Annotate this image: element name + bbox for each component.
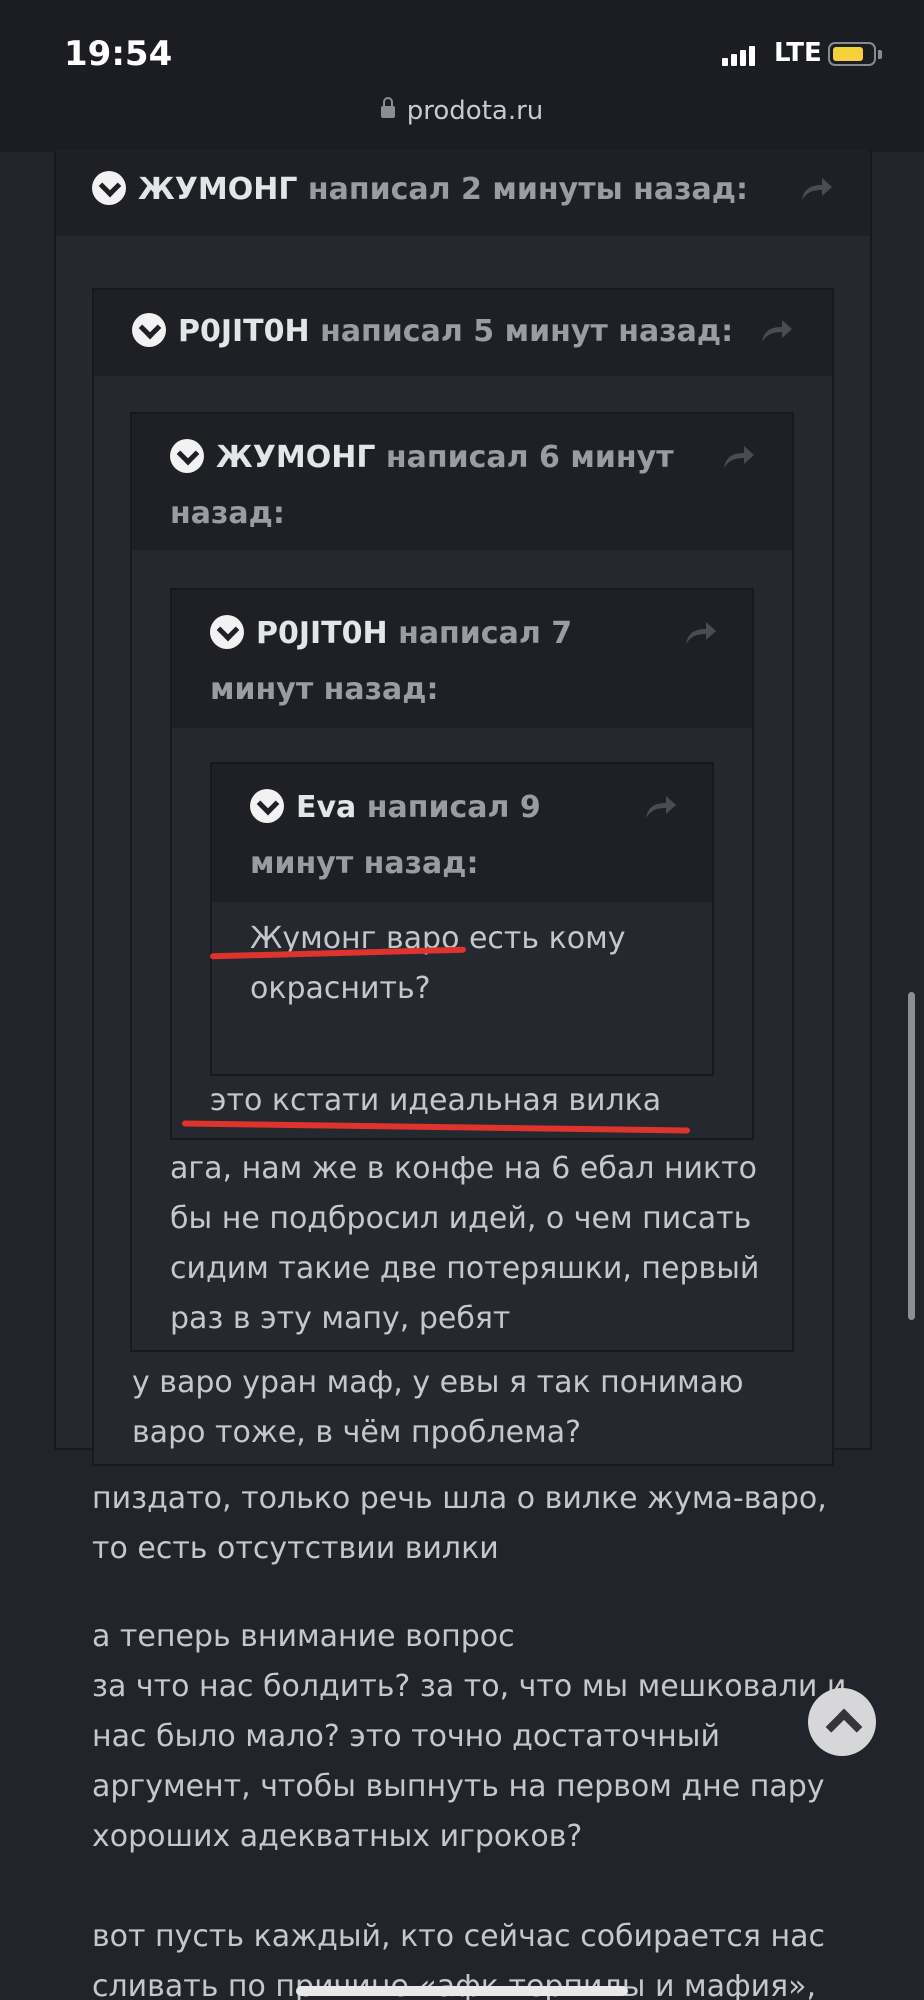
reply-arrow-icon[interactable] [722, 444, 756, 470]
collapse-icon[interactable] [170, 439, 204, 473]
collapse-icon[interactable] [92, 171, 126, 205]
quote-meta: написал 7 [387, 616, 573, 651]
quote-meta: написал 5 минут назад: [309, 314, 734, 349]
reply-arrow-icon[interactable] [800, 176, 834, 202]
battery-icon [828, 42, 876, 66]
status-bar: 19:54 LTE prodota.ru [0, 0, 924, 152]
collapse-icon[interactable] [250, 789, 284, 823]
post-paragraph: пиздато, только речь шла о вилке жума-ва… [92, 1481, 827, 1566]
quote-title: P0JIT0H написал 5 минут назад: [132, 304, 733, 360]
scrollbar[interactable] [908, 992, 915, 1320]
scroll-to-top-button[interactable] [808, 1688, 876, 1756]
quote-author[interactable]: ЖУМОНГ [138, 172, 297, 207]
quote-author[interactable]: ЖУМОНГ [216, 440, 375, 475]
quote-author[interactable]: Eva [296, 790, 356, 825]
quote-author[interactable]: P0JIT0H [178, 314, 310, 349]
quote-meta: написал 6 минут [375, 440, 674, 475]
quote-meta-line2: минут назад: [250, 846, 479, 881]
quote-body: это кстати идеальная вилка [210, 1083, 662, 1118]
quote-title: P0JIT0H написал 7 [210, 606, 572, 662]
quote-meta-line2: назад: [170, 496, 285, 531]
quote-meta: написал 9 [356, 790, 541, 825]
reply-arrow-icon[interactable] [760, 318, 794, 344]
network-label: LTE [774, 38, 822, 68]
signal-icon [722, 44, 755, 66]
page-url: prodota.ru [406, 96, 544, 126]
quote-block-5: Eva написал 9 минут назад: Жумонг варо е… [210, 762, 714, 1076]
lock-icon [380, 97, 395, 118]
post-paragraph: а теперь внимание вопрос [92, 1619, 515, 1654]
quote-meta: написал 2 минуты назад: [297, 172, 749, 207]
battery-nub [878, 50, 882, 59]
address-bar[interactable]: prodota.ru [0, 96, 924, 126]
quote-title: Eva написал 9 [250, 780, 541, 836]
quote-body: у варо уран маф, у евы я так понимаю вар… [132, 1365, 744, 1450]
home-indicator[interactable] [296, 1986, 628, 1996]
quote-author[interactable]: P0JIT0H [256, 616, 388, 651]
collapse-icon[interactable] [210, 615, 244, 649]
quote-body: Жумонг варо есть кому окраснить? [250, 921, 626, 1006]
quote-title: ЖУМОНГ написал 2 минуты назад: [92, 162, 748, 218]
post-paragraph: за что нас болдить? за то, что мы мешков… [92, 1669, 847, 1854]
reply-arrow-icon[interactable] [644, 794, 678, 820]
collapse-icon[interactable] [132, 313, 166, 347]
quote-meta-line2: минут назад: [210, 672, 439, 707]
quote-body: ага, нам же в конфе на 6 ебал никто бы н… [170, 1151, 760, 1336]
reply-arrow-icon[interactable] [684, 620, 718, 646]
quote-title: ЖУМОНГ написал 6 минут [170, 430, 674, 486]
clock: 19:54 [64, 34, 173, 74]
